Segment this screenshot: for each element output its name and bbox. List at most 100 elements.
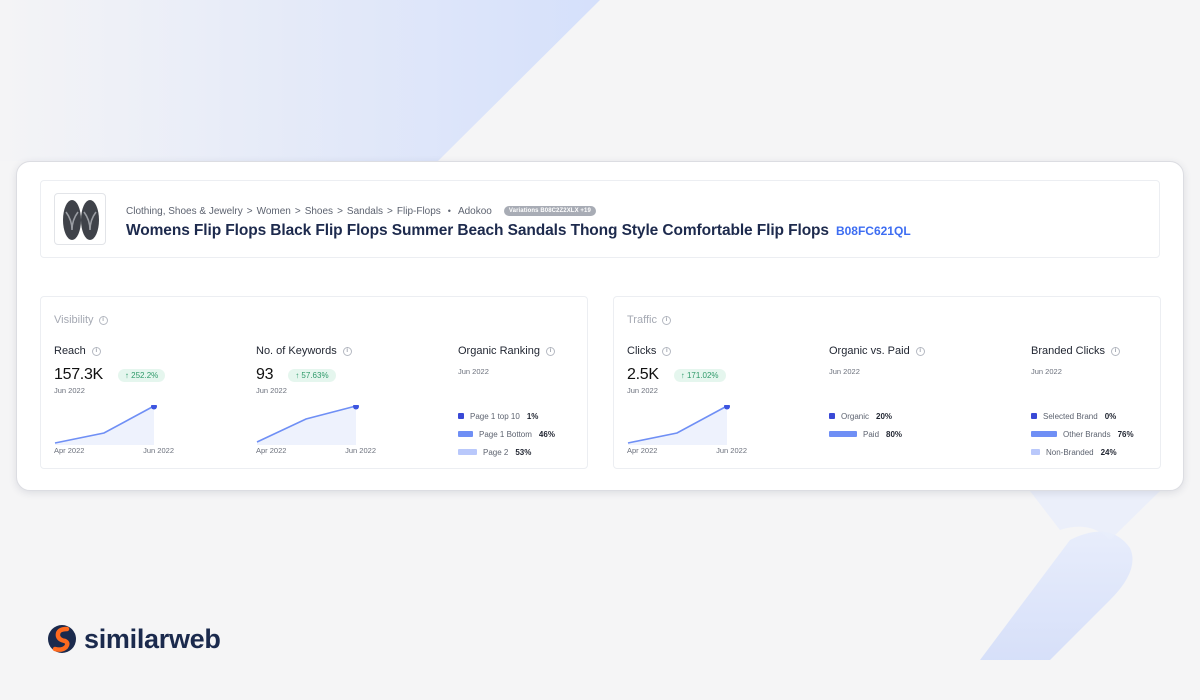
ranking-legend: Page 1 top 10 1% Page 1 Bottom 46% Page … [458,407,555,461]
legend-bar [458,413,464,419]
legend-label: Page 1 Bottom [479,429,532,439]
info-icon[interactable]: i [342,346,352,356]
breadcrumb-separator: > [337,205,343,217]
info-icon[interactable]: i [661,315,671,325]
info-icon[interactable]: i [1110,346,1120,356]
metric-label: Branded Clicks [1031,345,1105,357]
metric-value: 2.5K [627,366,659,383]
reach-metric: Reach i 157.3K ↑ 252.2% Jun 2022 Apr 2022… [54,345,244,455]
legend-value: 1% [526,411,539,421]
legend-item: Page 1 Bottom 46% [458,425,555,443]
legend-item: Paid 80% [829,425,902,443]
legend-value: 0% [1104,411,1117,421]
legend-bar [829,413,835,419]
panel-title: Traffic i [627,314,671,326]
sparkline-axis: Apr 2022 Jun 2022 [627,446,747,455]
breadcrumb-separator: > [246,205,253,217]
sparkline-axis: Apr 2022 Jun 2022 [54,446,174,455]
legend-label: Paid [863,429,880,439]
axis-start-label: Apr 2022 [256,446,287,455]
branded-legend: Selected Brand 0% Other Brands 76% Non-B… [1031,407,1134,461]
info-icon[interactable]: i [98,315,108,325]
legend-label: Non-Branded [1046,447,1094,457]
legend-value: 46% [538,429,555,439]
metric-period: Jun 2022 [256,386,287,395]
legend-item: Organic 20% [829,407,902,425]
legend-item: Selected Brand 0% [1031,407,1134,425]
change-badge: ↑ 57.63% [288,368,336,382]
breadcrumb-item[interactable]: Women [257,206,291,217]
axis-end-label: Jun 2022 [345,446,376,455]
axis-start-label: Apr 2022 [54,446,85,455]
legend-bar [1031,431,1057,437]
legend-value: 53% [515,447,532,457]
legend-label: Page 2 [483,447,509,457]
breadcrumb-item[interactable]: Shoes [305,206,333,217]
legend-item: Other Brands 76% [1031,425,1134,443]
keywords-metric: No. of Keywords i 93 ↑ 57.63% Jun 2022 Ap… [256,345,446,455]
metric-period: Jun 2022 [627,386,658,395]
change-badge: ↑ 171.02% [673,368,726,382]
legend-value: 24% [1100,447,1117,457]
metric-period: Jun 2022 [829,367,860,376]
product-thumbnail[interactable] [54,193,106,245]
product-title-row: Womens Flip Flops Black Flip Flops Summe… [126,222,911,240]
clicks-metric: Clicks i 2.5K ↑ 171.02% Jun 2022 Apr 2022… [627,345,817,455]
axis-end-label: Jun 2022 [716,446,747,455]
sparkline-axis: Apr 2022 Jun 2022 [256,446,376,455]
breadcrumb-item[interactable]: Sandals [347,206,383,217]
legend-label: Page 1 top 10 [470,411,520,421]
metric-label: No. of Keywords [256,345,337,357]
reach-sparkline [54,405,157,445]
metric-label: Organic Ranking [458,345,540,357]
legend-value: 80% [886,429,903,439]
metric-value: 93 [256,366,274,383]
breadcrumb-item[interactable]: Flip-Flops [397,206,441,217]
legend-bar [1031,449,1040,455]
change-badge: ↑ 252.2% [117,368,166,382]
variations-badge[interactable]: Variations B08C2Z2XLX +19 [503,206,596,216]
breadcrumb-separator: > [294,205,301,217]
legend-label: Organic [841,411,870,421]
metric-label: Organic vs. Paid [829,345,910,357]
panel-title: Visibility i [54,314,108,326]
legend-label: Other Brands [1063,429,1111,439]
visibility-panel: Visibility i Reach i 157.3K ↑ 252.2% Jun … [40,296,588,469]
axis-end-label: Jun 2022 [143,446,174,455]
keywords-sparkline [256,405,359,445]
panel-title-text: Traffic [627,314,657,326]
metric-period: Jun 2022 [54,386,85,395]
axis-start-label: Apr 2022 [627,446,658,455]
info-icon[interactable]: i [662,346,672,356]
legend-item: Page 1 top 10 1% [458,407,555,425]
product-title: Womens Flip Flops Black Flip Flops Summe… [126,222,829,239]
metric-value: 157.3K [54,366,103,383]
legend-item: Page 2 53% [458,443,555,461]
breadcrumb: Clothing, Shoes & Jewelry > Women > Shoe… [126,204,596,218]
traffic-panel: Traffic i Clicks i 2.5K ↑ 171.02% Jun 202… [613,296,1161,469]
info-icon[interactable]: i [545,346,555,356]
similarweb-logo: similarweb [47,623,221,655]
info-icon[interactable]: i [915,346,925,356]
branded-clicks-metric: Branded Clicks i Jun 2022 Selected Brand … [1031,345,1200,457]
breadcrumb-separator: > [387,205,393,217]
product-header: Clothing, Shoes & Jewelry > Women > Shoe… [40,180,1160,258]
legend-value: 20% [876,411,893,421]
metric-label: Reach [54,345,86,357]
legend-bar [458,449,477,455]
info-icon[interactable]: i [91,346,101,356]
product-card: Clothing, Shoes & Jewelry > Women > Shoe… [16,161,1184,491]
legend-bar [458,431,473,437]
legend-value: 76% [1117,429,1134,439]
asin-link[interactable]: B08FC621QL [836,224,911,238]
flip-flop-icon [63,200,99,240]
organic-paid-legend: Organic 20% Paid 80% [829,407,902,443]
breadcrumb-item[interactable]: Clothing, Shoes & Jewelry [126,206,243,217]
brand-name[interactable]: Adokoo [458,206,492,217]
logo-wordmark: similarweb [84,623,221,654]
organic-vs-paid-metric: Organic vs. Paid i Jun 2022 Organic 20% P… [829,345,1019,439]
metric-period: Jun 2022 [1031,367,1062,376]
legend-bar [829,431,857,437]
metric-label: Clicks [627,345,657,357]
legend-bar [1031,413,1037,419]
